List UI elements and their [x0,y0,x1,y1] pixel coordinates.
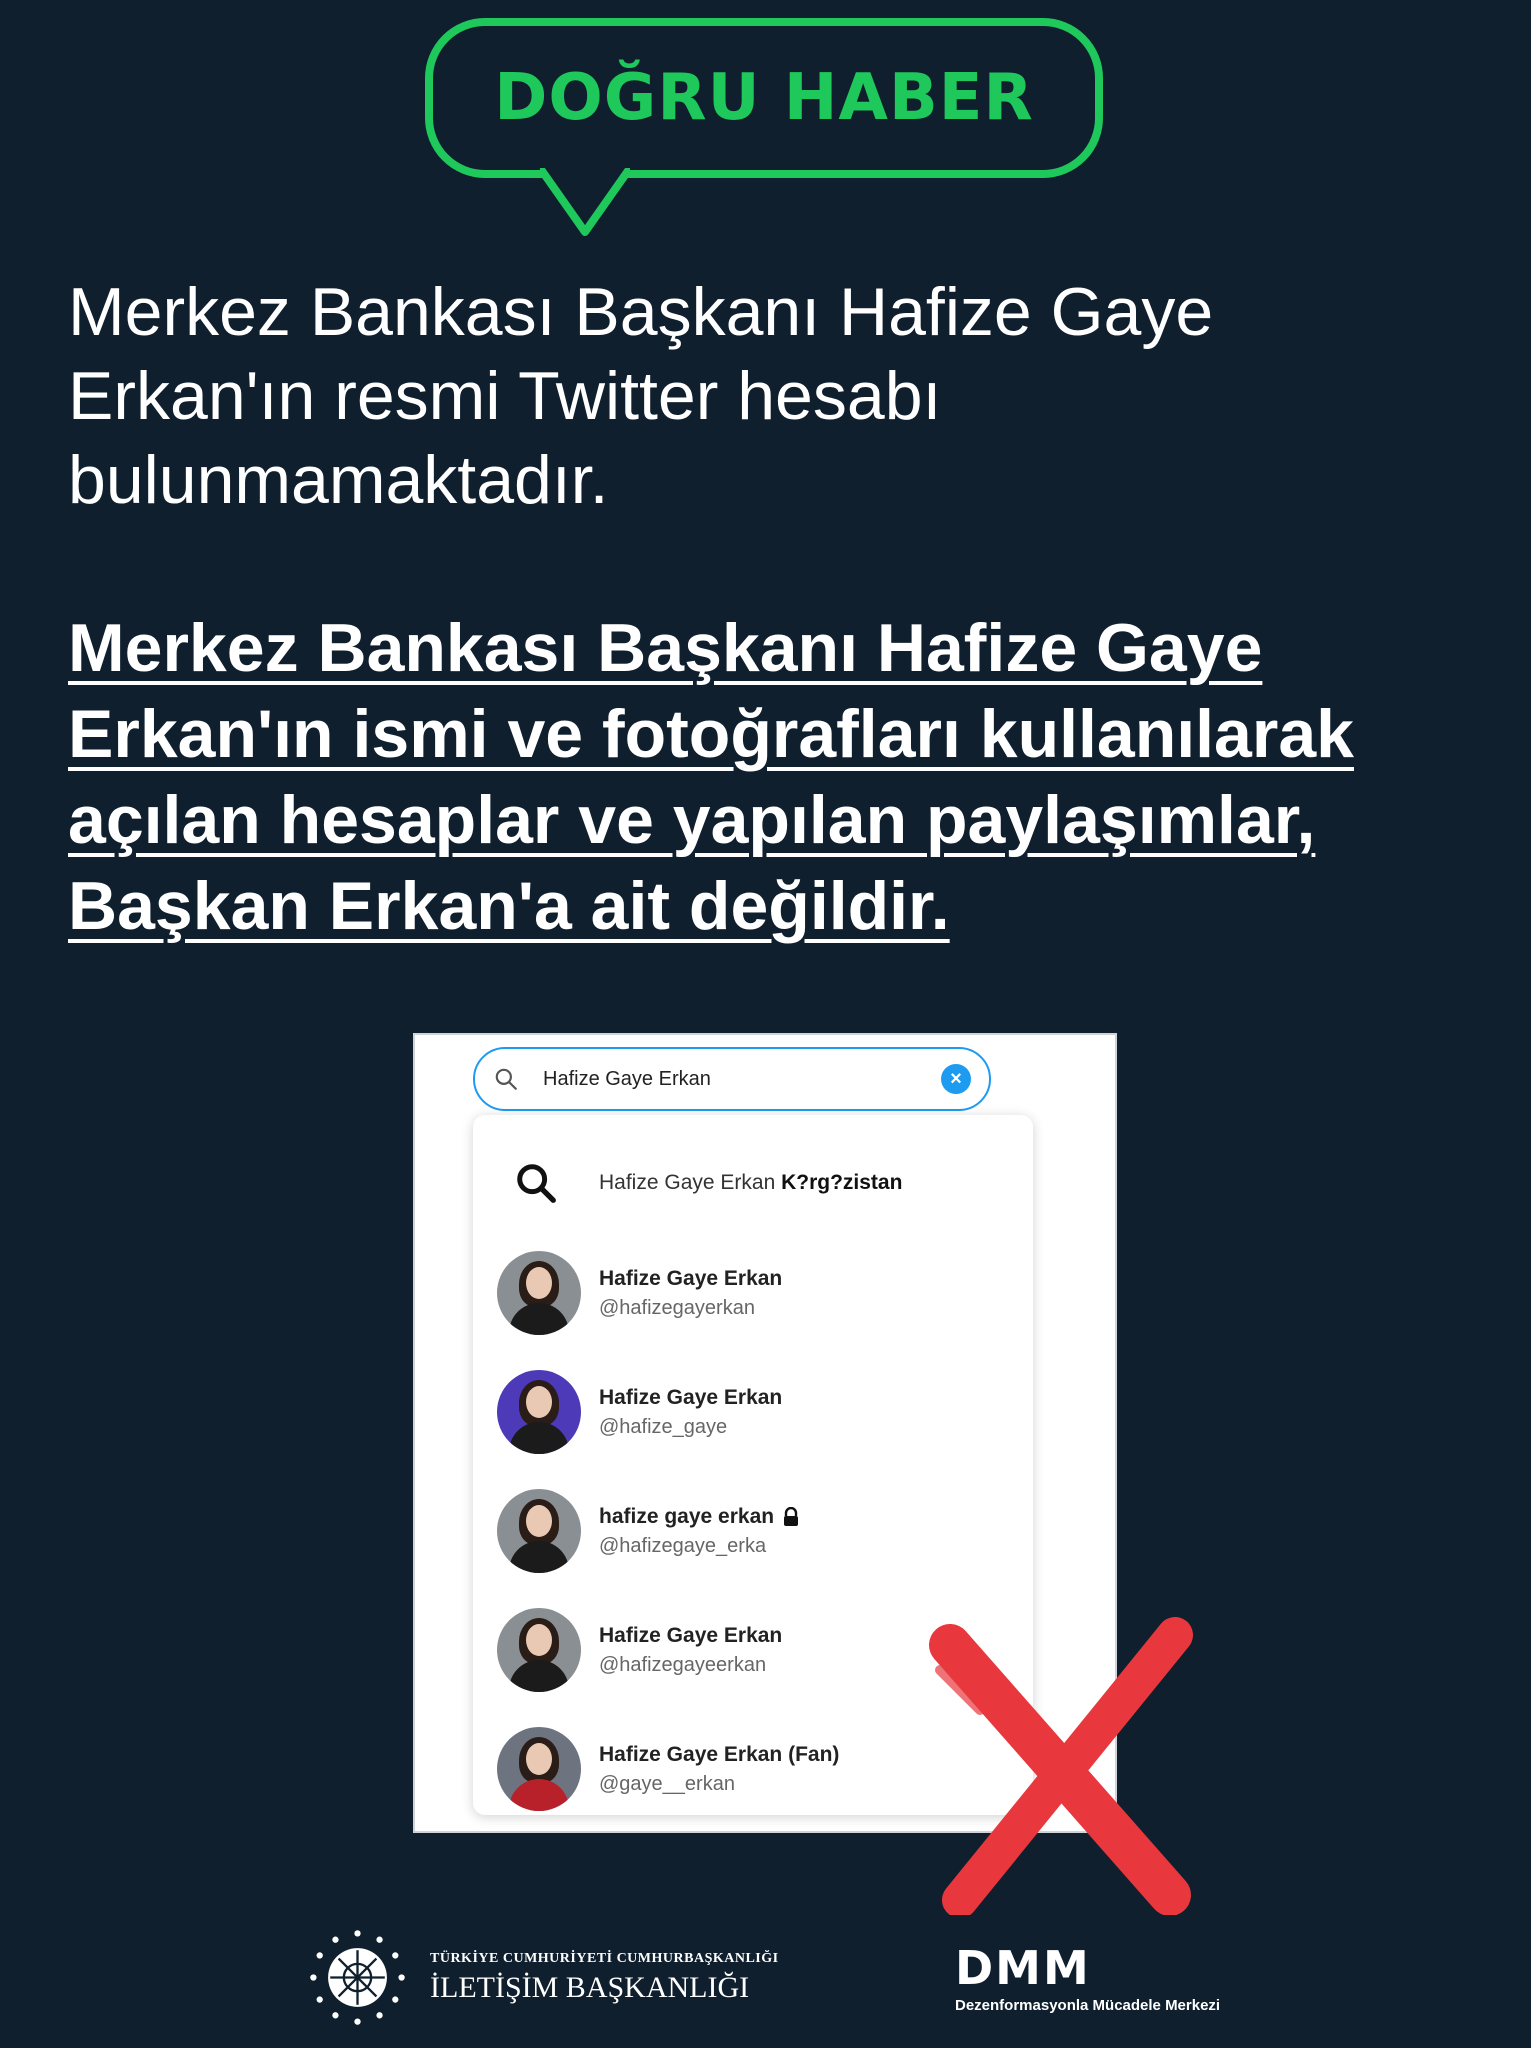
dmm-mark: DMM [955,1941,1091,1995]
badge-label: DOĞRU HABER [494,61,1034,135]
footer-left-small: TÜRKİYE CUMHURİYETİ CUMHURBAŞKANLIĞI [430,1950,779,1966]
badge-tail [540,168,630,236]
iletisim-baskanligi-logo: TÜRKİYE CUMHURİYETİ CUMHURBAŞKANLIĞI İLE… [305,1925,779,2030]
emblem-icon [310,1930,405,2025]
dogru-haber-badge: DOĞRU HABER [425,18,1103,178]
account-handle: @hafizegayeerkan [599,1653,767,1676]
account-row[interactable]: Hafize Gaye Erkan @hafizegayerkan [473,1248,1033,1338]
avatar [497,1370,581,1454]
search-icon [495,1068,517,1090]
footer-left-big: İLETİŞİM BAŞKANLIĞI [430,1970,750,2004]
avatar [497,1489,581,1573]
account-name: Hafize Gaye Erkan (Fan) [599,1742,840,1766]
lead-text: Merkez Bankası Başkanı Hafize Gaye Erkan… [68,274,1214,518]
account-handle: @hafizegaye_erka [599,1534,767,1557]
account-name: Hafize Gaye Erkan [599,1623,783,1647]
dmm-logo: DMM Dezenformasyonla Mücadele Merkezi [955,1945,1220,2014]
query-suggestion[interactable]: Hafize Gaye Erkan K?rg?zistan [473,1153,1033,1213]
avatar [497,1251,581,1335]
avatar [497,1608,581,1692]
account-name-row: hafize gaye erkan [599,1505,800,1529]
dmm-subtitle: Dezenformasyonla Mücadele Merkezi [955,1997,1221,2014]
cross-icon [929,1617,1193,1915]
avatar [497,1727,581,1811]
query-prefix: Hafize Gaye Erkan [599,1171,782,1194]
account-row[interactable]: hafize gaye erkan @hafizegaye_erka [473,1486,1033,1576]
account-handle: @hafize_gaye [599,1415,728,1438]
query-bold: K?rg?zistan [781,1171,903,1194]
search-box[interactable]: × [473,1047,991,1111]
account-handle: @gaye__erkan [599,1772,735,1795]
account-row[interactable]: Hafize Gaye Erkan @hafize_gaye [473,1367,1033,1457]
clear-icon[interactable]: × [941,1064,971,1094]
headline-text: Merkez Bankası Başkanı Hafize Gaye Erkan… [68,610,1354,944]
account-name: Hafize Gaye Erkan [599,1385,783,1409]
query-suggestion-text: Hafize Gaye Erkan K?rg?zistan [599,1171,902,1195]
search-icon [517,1164,556,1203]
search-input[interactable] [543,1067,941,1091]
account-handle: @hafizegayerkan [599,1296,755,1319]
account-name: Hafize Gaye Erkan [599,1266,783,1290]
account-name: hafize gaye erkan [599,1504,775,1528]
lock-icon [784,1506,799,1526]
